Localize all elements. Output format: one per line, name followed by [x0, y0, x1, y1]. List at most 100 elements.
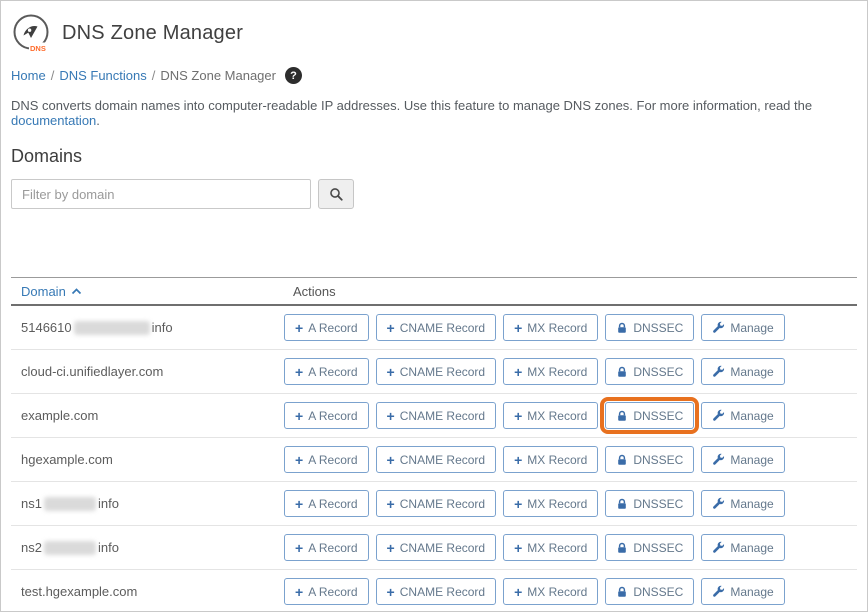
a-record-button[interactable]: + A Record	[284, 314, 369, 341]
plus-icon: +	[295, 453, 303, 467]
plus-icon: +	[514, 409, 522, 423]
table-row: hgexample.com +A Record +CNAME Record+MX …	[11, 438, 857, 482]
a-record-button[interactable]: +A Record	[284, 578, 369, 605]
mx-record-button[interactable]: +MX Record	[503, 358, 598, 385]
cname-record-button[interactable]: +CNAME Record	[376, 314, 497, 341]
wrench-icon	[712, 409, 725, 422]
domain-text: info	[152, 320, 173, 335]
wrench-icon	[712, 453, 725, 466]
dns-zone-icon: DNS	[11, 13, 51, 53]
plus-icon: +	[295, 321, 303, 335]
action-button-label: Manage	[730, 453, 773, 467]
manage-button[interactable]: Manage	[701, 358, 784, 385]
a-record-button[interactable]: +A Record	[284, 534, 369, 561]
actions-column-header: Actions	[284, 284, 336, 299]
cname-record-button[interactable]: + CNAME Record	[376, 534, 497, 561]
action-button-label: A Record	[308, 409, 357, 423]
action-button-label: MX Record	[527, 365, 587, 379]
breadcrumb-separator: /	[51, 68, 55, 83]
manage-button[interactable]: Manage	[701, 446, 784, 473]
action-button-label: DNSSEC	[633, 585, 683, 599]
cname-record-button[interactable]: +CNAME Record	[376, 490, 497, 517]
a-record-button[interactable]: +A Record	[284, 402, 369, 429]
domain-name: example.com	[11, 408, 284, 423]
dnssec-button[interactable]: DNSSEC	[605, 314, 694, 341]
mx-record-button[interactable]: +MX Record	[503, 490, 598, 517]
row-actions: + A Record +CNAME Record+MX Record DNSSEC Ma…	[284, 314, 785, 341]
lock-icon	[616, 586, 628, 598]
a-record-button[interactable]: +A Record	[284, 358, 369, 385]
dnssec-button[interactable]: DNSSEC	[605, 402, 694, 429]
cname-record-button[interactable]: +CNAME Record	[376, 578, 497, 605]
mx-record-button[interactable]: +MX Record	[503, 446, 598, 473]
domain-name: hgexample.com	[11, 452, 284, 467]
breadcrumb-dns-functions-link[interactable]: DNS Functions	[59, 68, 146, 83]
table-row: cloud-ci.unifiedlayer.com +A Record +CNAM…	[11, 350, 857, 394]
mx-record-button[interactable]: +MX Record	[503, 578, 598, 605]
action-button-label: Manage	[730, 365, 773, 379]
search-button[interactable]	[318, 179, 354, 209]
lock-icon	[616, 454, 628, 466]
mx-record-button[interactable]: +MX Record	[503, 534, 598, 561]
dnssec-button[interactable]: DNSSEC	[605, 534, 694, 561]
plus-icon: +	[514, 453, 522, 467]
a-record-button[interactable]: +A Record	[284, 446, 369, 473]
cname-record-button[interactable]: +CNAME Record	[376, 446, 497, 473]
action-button-label: A Record	[308, 321, 357, 335]
plus-icon: +	[387, 409, 395, 423]
cname-record-button[interactable]: +CNAME Record	[376, 358, 497, 385]
dnssec-button[interactable]: DNSSEC	[605, 490, 694, 517]
search-icon	[329, 187, 344, 202]
plus-icon: +	[514, 497, 522, 511]
action-button-label: CNAME Record	[400, 365, 485, 379]
domain-text: info	[98, 496, 119, 511]
redacted-text	[44, 497, 96, 511]
action-button-label: Manage	[730, 585, 773, 599]
dnssec-button[interactable]: DNSSEC	[605, 358, 694, 385]
help-icon[interactable]: ?	[285, 67, 302, 84]
a-record-button[interactable]: +A Record	[284, 490, 369, 517]
plus-icon: +	[514, 321, 522, 335]
manage-button[interactable]: Manage	[701, 490, 784, 517]
action-button-label: CNAME Record	[400, 541, 485, 555]
action-button-label: DNSSEC	[633, 409, 683, 423]
wrench-icon	[712, 497, 725, 510]
row-actions: +A Record +CNAME Record+MX Record DNSSEC Ma…	[284, 446, 785, 473]
manage-button[interactable]: Manage	[701, 578, 784, 605]
manage-button[interactable]: Manage	[701, 534, 784, 561]
breadcrumb-home-link[interactable]: Home	[11, 68, 46, 83]
documentation-link[interactable]: documentation	[11, 113, 96, 128]
lock-icon	[616, 366, 628, 378]
filter-input[interactable]	[11, 179, 311, 209]
table-rows: 5146610 info +A Record+CNAME Record+MX R…	[11, 306, 857, 612]
dnssec-button[interactable]: DNSSEC	[605, 446, 694, 473]
cname-record-button[interactable]: + CNAME Record	[376, 402, 497, 429]
domain-column-header[interactable]: Domain	[21, 284, 82, 299]
action-button-label: A Record	[308, 497, 357, 511]
dnssec-button[interactable]: DNSSEC	[605, 578, 694, 605]
action-button-label: Manage	[730, 541, 773, 555]
manage-button[interactable]: Manage	[701, 314, 784, 341]
table-row: test.hgexample.com +A Record+CNAME Recor…	[11, 570, 857, 612]
action-button-label: DNSSEC	[633, 541, 683, 555]
wrench-icon	[712, 365, 725, 378]
plus-icon: +	[387, 541, 395, 555]
plus-icon: +	[387, 497, 395, 511]
row-actions: +A Record+CNAME Record+MX RecordDNSSECMa…	[284, 490, 785, 517]
plus-icon: +	[387, 453, 395, 467]
plus-icon: +	[514, 541, 522, 555]
domain-name: cloud-ci.unifiedlayer.com	[11, 364, 284, 379]
mx-record-button[interactable]: +MX Record	[503, 402, 598, 429]
action-button-label: CNAME Record	[400, 409, 485, 423]
mx-record-button[interactable]: +MX Record	[503, 314, 598, 341]
breadcrumb: Home / DNS Functions / DNS Zone Manager …	[11, 67, 857, 84]
manage-button[interactable]: Manage	[701, 402, 784, 429]
domain-name: 5146610 info	[11, 320, 284, 335]
lock-icon	[616, 410, 628, 422]
action-button-label: DNSSEC	[633, 497, 683, 511]
table-row: ns1 info +A Record+CNAME Record+MX Recor…	[11, 482, 857, 526]
plus-icon: +	[387, 321, 395, 335]
redacted-text	[74, 321, 150, 335]
domain-name: ns1 info	[11, 496, 284, 511]
domain-text: 5146610	[21, 320, 72, 335]
